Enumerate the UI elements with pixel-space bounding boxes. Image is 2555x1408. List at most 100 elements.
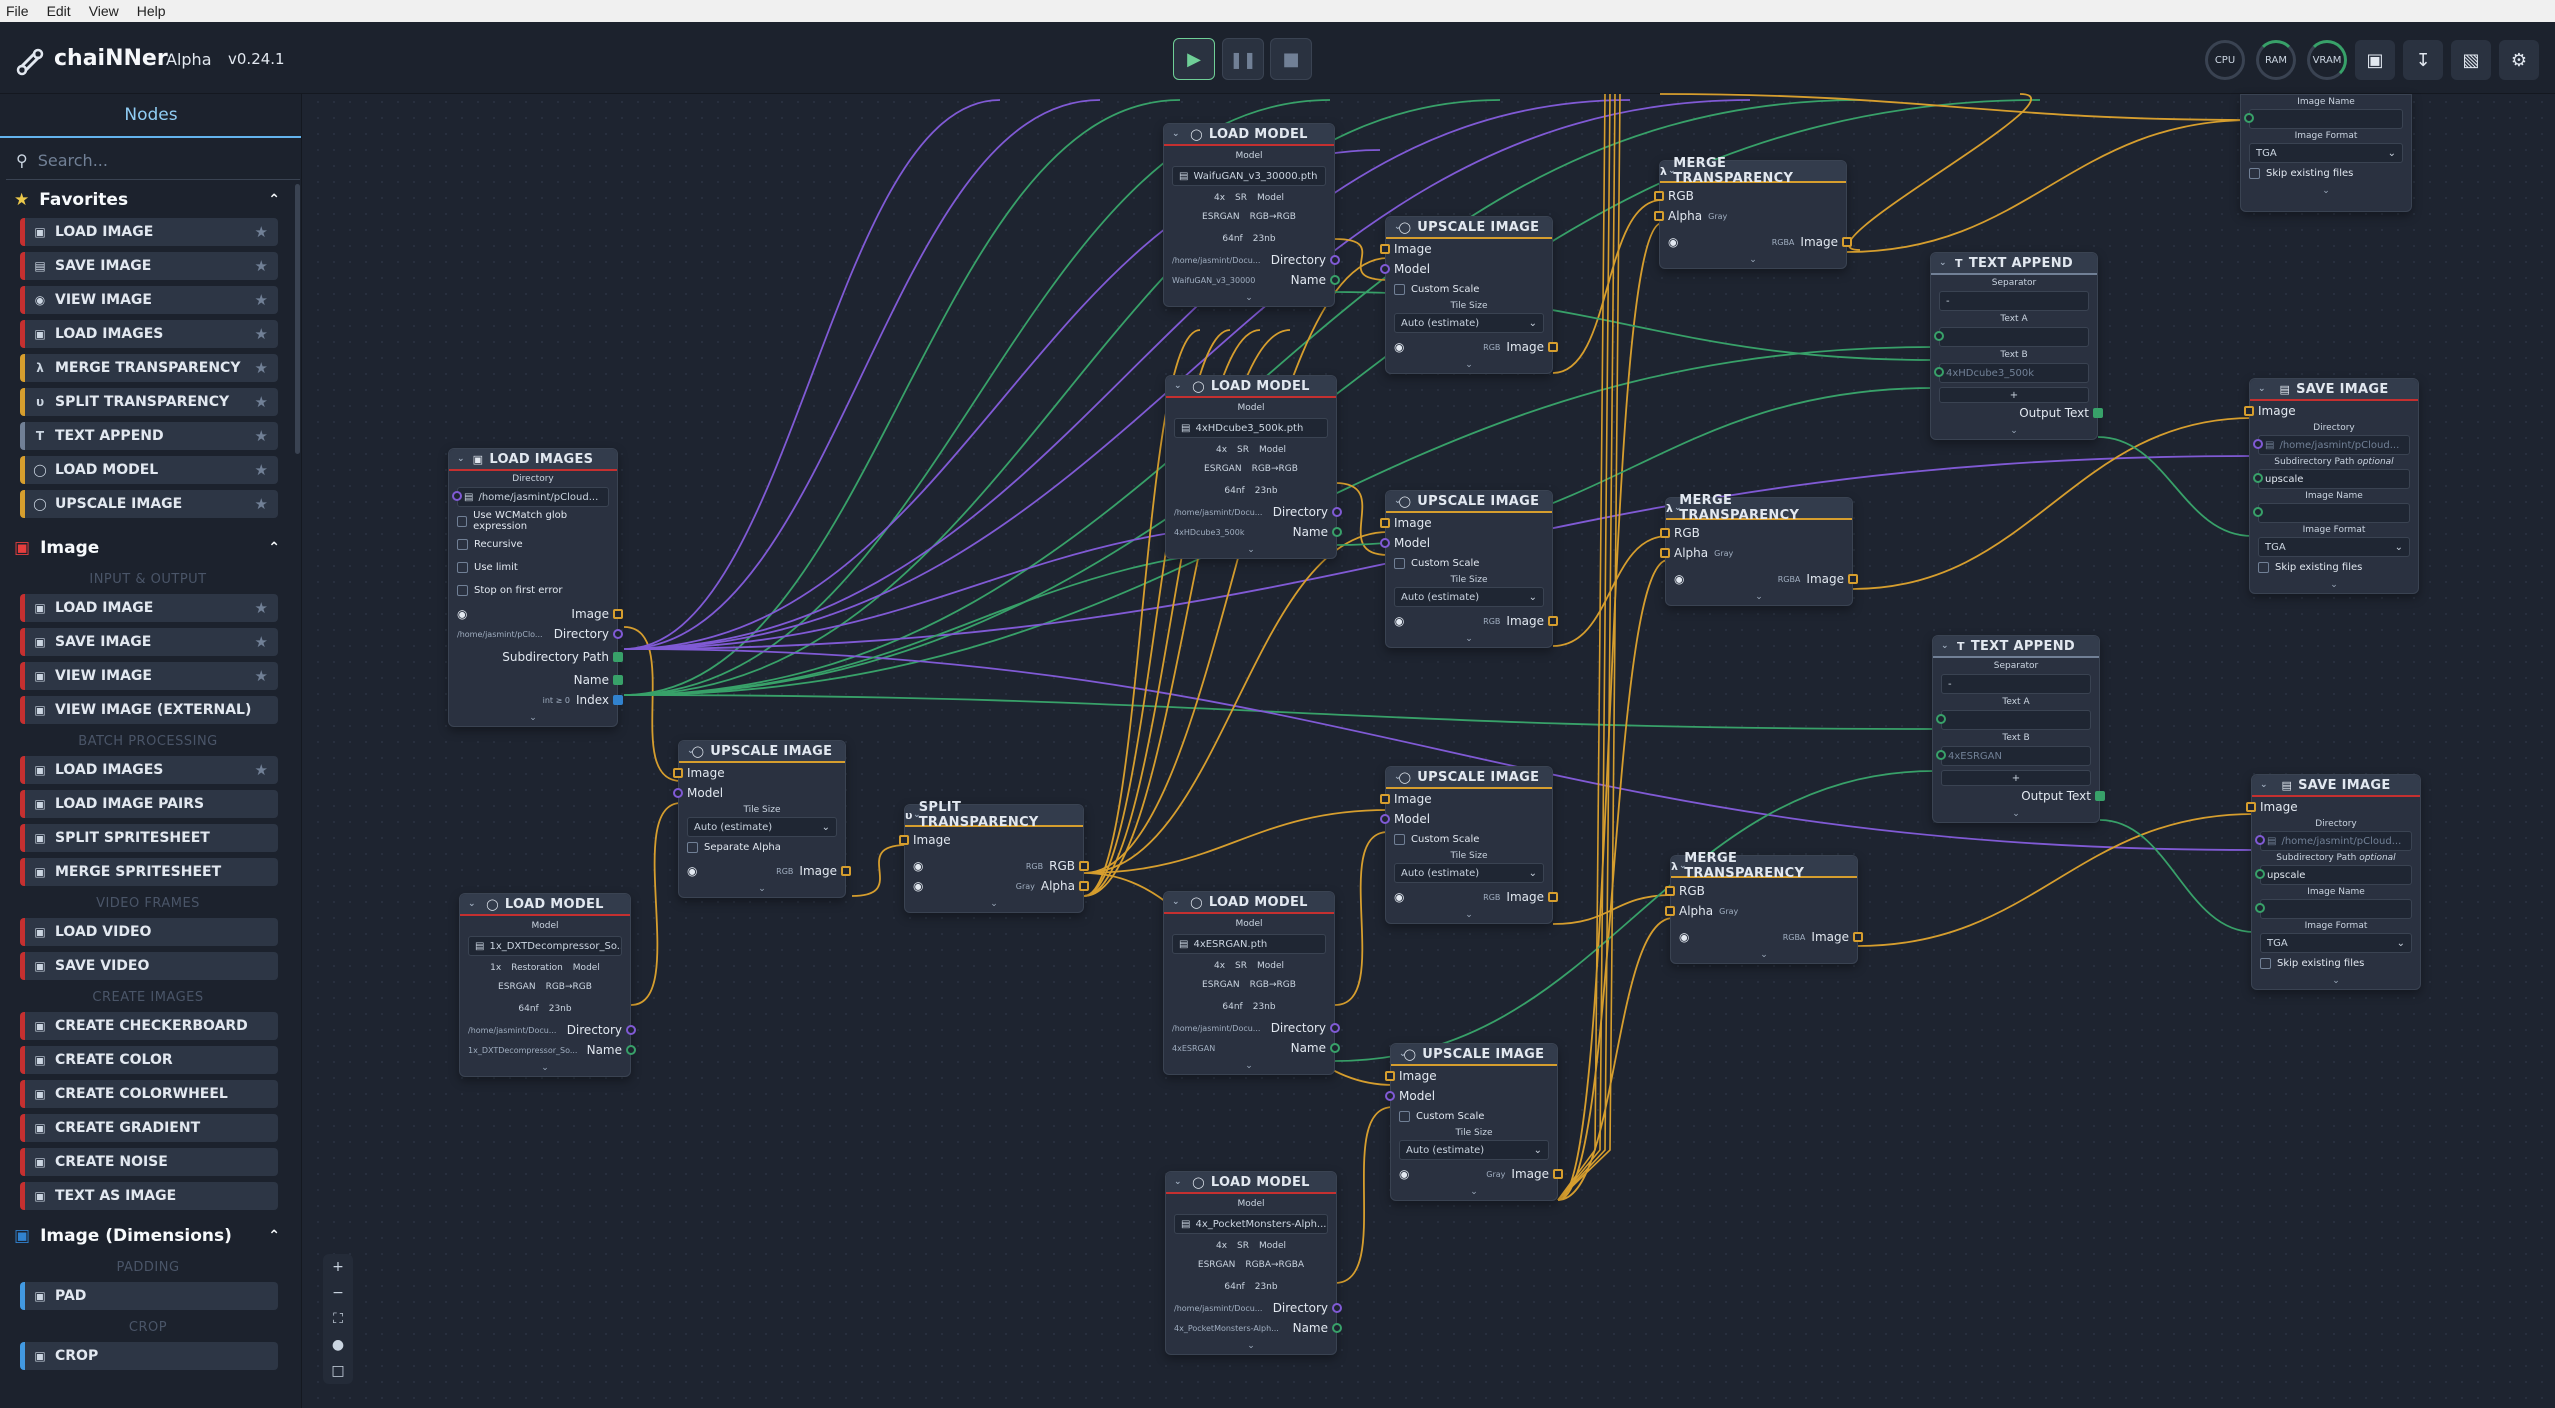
node-port[interactable] bbox=[2244, 113, 2254, 123]
add-input-button[interactable]: + bbox=[1941, 770, 2091, 786]
node-port[interactable] bbox=[1548, 892, 1558, 902]
chevron-down-icon[interactable]: ⌄ bbox=[2322, 186, 2330, 196]
node-port[interactable] bbox=[1665, 886, 1675, 896]
node-port[interactable] bbox=[2255, 835, 2265, 845]
node-port[interactable] bbox=[1079, 861, 1089, 871]
upscale-image-node[interactable]: ⌄ ◯ UPSCALE IMAGE Image Model Custom Scale… bbox=[1380, 490, 1558, 648]
node-port[interactable] bbox=[452, 491, 462, 501]
node-port[interactable] bbox=[2253, 507, 2263, 517]
split-transparency-node[interactable]: ⌄ υ SPLIT TRANSPARENCY Image ◉ RGB RGB ◉ Gray… bbox=[899, 800, 1089, 913]
node-port[interactable] bbox=[1553, 1169, 1563, 1179]
node-header[interactable]: ⌄ ▤ SAVE IMAGE bbox=[2252, 775, 2420, 797]
node-port[interactable] bbox=[1380, 538, 1390, 548]
collapse-icon[interactable]: ⌄ bbox=[1394, 222, 1402, 232]
star-icon[interactable]: ★ bbox=[255, 291, 268, 309]
eye-icon[interactable]: ◉ bbox=[1394, 340, 1404, 354]
collapse-icon[interactable]: ⌄ bbox=[2260, 780, 2268, 790]
custom-scale-checkbox[interactable]: Custom Scale bbox=[1386, 553, 1552, 573]
export-button[interactable]: □ bbox=[331, 1363, 344, 1379]
node-header[interactable]: ⌄ ◯ UPSCALE IMAGE bbox=[1391, 1044, 1557, 1066]
chevron-down-icon[interactable]: ⌄ bbox=[1245, 293, 1253, 303]
node-port[interactable] bbox=[1385, 1071, 1395, 1081]
node-header[interactable]: ⌄ ▤ SAVE IMAGE bbox=[2250, 379, 2418, 401]
star-icon[interactable]: ★ bbox=[255, 633, 268, 651]
node-port[interactable] bbox=[613, 609, 623, 619]
node-port[interactable] bbox=[1332, 1323, 1342, 1333]
node-port[interactable] bbox=[1660, 528, 1670, 538]
load-model-node[interactable]: ⌄ ◯ LOAD MODEL Model ▤ 4x_PocketMonsters-Al… bbox=[1165, 1171, 1342, 1355]
chevron-down-icon[interactable]: ⌄ bbox=[529, 713, 537, 723]
node-header[interactable]: ⌄ ◯ LOAD MODEL bbox=[1164, 124, 1334, 146]
separator-input[interactable]: - bbox=[1939, 291, 2089, 311]
stop-button[interactable]: ■ bbox=[1270, 38, 1312, 80]
chevron-down-icon[interactable]: ⌄ bbox=[2010, 426, 2018, 436]
node-header[interactable]: ⌄ ◯ UPSCALE IMAGE bbox=[1386, 217, 1552, 239]
chevron-down-icon[interactable]: ⌄ bbox=[1470, 1187, 1478, 1197]
download-button[interactable]: ↧ bbox=[2403, 40, 2443, 80]
node-port[interactable] bbox=[1934, 367, 1944, 377]
collapse-icon[interactable]: ⌄ bbox=[1174, 381, 1182, 391]
model-file-picker[interactable]: ▤ 4xHDcube3_500k.pth bbox=[1174, 418, 1328, 438]
favorite-item[interactable]: ◯ LOAD MODEL ★ bbox=[20, 456, 278, 484]
text-append-node[interactable]: ⌄ T TEXT APPEND Separator - Text A Text B … bbox=[1932, 635, 2105, 823]
node-header[interactable]: ⌄ T TEXT APPEND bbox=[1931, 253, 2097, 275]
save-image-node-partial[interactable]: Image Name Image Format TGA ⌄ Skip existi… bbox=[2240, 94, 2412, 212]
skip-existing-checkbox[interactable]: Skip existing files bbox=[2241, 163, 2411, 183]
load-images-node[interactable]: ⌄ ▣ LOAD IMAGES Directory ▤ /home/jasmint/p… bbox=[448, 448, 623, 727]
node-item[interactable]: ▣ LOAD IMAGE ★ bbox=[20, 594, 278, 622]
chevron-down-icon[interactable]: ⌄ bbox=[1465, 910, 1473, 920]
node-port[interactable] bbox=[1548, 616, 1558, 626]
node-item[interactable]: ▣ MERGE SPRITESHEET bbox=[20, 858, 278, 886]
collapse-icon[interactable]: ⌄ bbox=[1174, 1177, 1182, 1187]
chevron-down-icon[interactable]: ⌄ bbox=[1245, 1061, 1253, 1071]
fit-view-button[interactable]: ⛶ bbox=[333, 1311, 343, 1327]
node-header[interactable]: ⌄ ◯ LOAD MODEL bbox=[1164, 892, 1334, 914]
collapse-icon[interactable]: ⌄ bbox=[2258, 384, 2266, 394]
node-header[interactable]: ⌄ λ MERGE TRANSPARENCY bbox=[1660, 156, 1846, 186]
node-item[interactable]: ▣ CROP bbox=[20, 1342, 278, 1370]
separator-input[interactable]: - bbox=[1941, 674, 2091, 694]
node-port[interactable] bbox=[1380, 518, 1390, 528]
custom-scale-checkbox[interactable]: Custom Scale bbox=[1386, 829, 1552, 849]
subdirectory-input[interactable]: upscale bbox=[2253, 469, 2410, 489]
node-port[interactable] bbox=[1332, 507, 1342, 517]
search-input[interactable]: ⚲ Search... bbox=[6, 142, 300, 180]
node-port[interactable] bbox=[673, 768, 683, 778]
wcmatch-checkbox[interactable]: Use WCMatch glob expression bbox=[449, 510, 617, 532]
upscale-image-node[interactable]: ⌄ ◯ UPSCALE IMAGE Image Model Custom Scale… bbox=[1380, 766, 1558, 924]
menu-view[interactable]: View bbox=[89, 3, 119, 19]
node-header[interactable]: ⌄ ◯ UPSCALE IMAGE bbox=[1386, 491, 1552, 513]
image-format-select[interactable]: TGA ⌄ bbox=[2249, 143, 2403, 163]
node-item[interactable]: ▣ CREATE COLOR bbox=[20, 1046, 278, 1074]
star-icon[interactable]: ★ bbox=[255, 359, 268, 377]
node-port[interactable] bbox=[2246, 802, 2256, 812]
text-b-input[interactable]: 4xESRGAN bbox=[1936, 746, 2091, 766]
node-port[interactable] bbox=[1660, 548, 1670, 558]
recursive-checkbox[interactable]: Recursive bbox=[449, 534, 617, 554]
upscale-image-node[interactable]: ⌄ ◯ UPSCALE IMAGE Image Model Custom Scale… bbox=[1380, 216, 1558, 374]
node-port[interactable] bbox=[841, 866, 851, 876]
chevron-down-icon[interactable]: ⌄ bbox=[1465, 634, 1473, 644]
node-port[interactable] bbox=[613, 629, 623, 639]
image-name-input[interactable] bbox=[2253, 503, 2410, 523]
favorite-item[interactable]: υ SPLIT TRANSPARENCY ★ bbox=[20, 388, 278, 416]
chevron-down-icon[interactable]: ⌄ bbox=[990, 899, 998, 909]
node-port[interactable] bbox=[1380, 244, 1390, 254]
eye-icon[interactable]: ◉ bbox=[1399, 1167, 1409, 1181]
node-port[interactable] bbox=[613, 652, 623, 662]
node-port[interactable] bbox=[1380, 264, 1390, 274]
node-port[interactable] bbox=[1936, 714, 1946, 724]
sidebar-scrollbar[interactable] bbox=[295, 184, 300, 454]
node-item[interactable]: ▣ CREATE COLORWHEEL bbox=[20, 1080, 278, 1108]
collapse-icon[interactable]: ⌄ bbox=[468, 899, 476, 909]
collapse-icon[interactable]: ⌄ bbox=[1668, 166, 1676, 176]
eye-icon[interactable]: ◉ bbox=[913, 879, 923, 893]
star-icon[interactable]: ★ bbox=[255, 325, 268, 343]
node-item[interactable]: ▣ SPLIT SPRITESHEET bbox=[20, 824, 278, 852]
node-port[interactable] bbox=[1654, 191, 1664, 201]
node-port[interactable] bbox=[613, 695, 623, 705]
eye-icon[interactable]: ◉ bbox=[913, 859, 923, 873]
node-port[interactable] bbox=[1332, 1303, 1342, 1313]
pause-button[interactable]: ❚❚ bbox=[1222, 38, 1264, 80]
tile-size-select[interactable]: Auto (estimate) ⌄ bbox=[1399, 1140, 1549, 1160]
